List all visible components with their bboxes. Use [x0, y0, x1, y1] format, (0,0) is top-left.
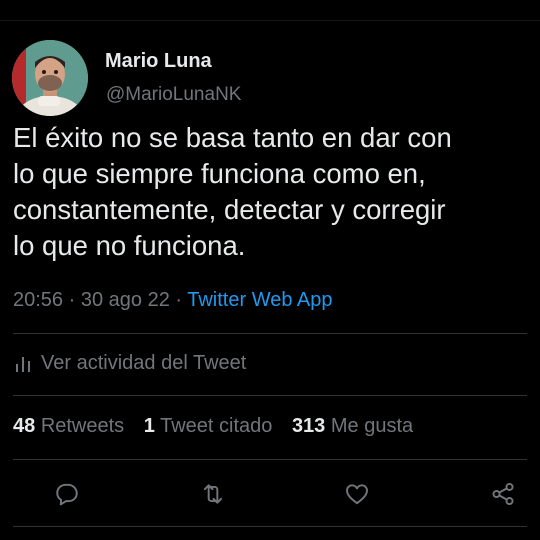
retweets-count: 48: [13, 415, 36, 437]
meta-separator: ·: [63, 289, 81, 311]
likes-label: Me gusta: [330, 415, 414, 437]
reply-button[interactable]: [51, 478, 83, 510]
avatar[interactable]: [12, 40, 88, 116]
quotes-stat[interactable]: 1 Tweet citado: [144, 415, 273, 437]
action-bar: [0, 478, 540, 510]
retweet-button[interactable]: [197, 478, 229, 510]
author-handle[interactable]: @MarioLunaNK: [106, 84, 241, 106]
retweets-stat[interactable]: 48 Retweets: [13, 415, 124, 437]
share-icon: [492, 482, 514, 506]
like-button[interactable]: [341, 478, 373, 510]
share-button[interactable]: [487, 478, 519, 510]
meta-separator: ·: [169, 289, 188, 311]
profile-photo-icon: [12, 40, 88, 116]
quotes-count: 1: [143, 415, 155, 437]
view-activity-link[interactable]: Ver actividad del Tweet: [13, 352, 246, 375]
tweet-stats: 48 Retweets 1 Tweet citado 313 Me gusta: [13, 415, 427, 438]
top-divider: [0, 20, 540, 21]
likes-stat[interactable]: 313 Me gusta: [292, 415, 413, 437]
tweet-time[interactable]: 20:56: [13, 289, 63, 311]
bar-chart-icon: [13, 354, 35, 374]
retweets-label: Retweets: [40, 415, 125, 437]
divider: [13, 459, 527, 460]
retweet-icon: [203, 484, 223, 504]
tweet-text-line: constantemente, detectar y corregir: [13, 194, 446, 225]
view-activity-label: Ver actividad del Tweet: [41, 352, 247, 374]
reply-icon: [56, 483, 78, 506]
tweet-source-link[interactable]: Twitter Web App: [187, 289, 332, 311]
like-icon: [346, 484, 368, 505]
tweet-date[interactable]: 30 ago 22: [81, 289, 170, 311]
tweet-text-line: lo que no funciona.: [13, 230, 246, 261]
tweet-text: El éxito no se basa tanto en dar con lo …: [13, 120, 533, 264]
divider: [13, 526, 527, 527]
divider: [13, 333, 527, 334]
likes-count: 313: [291, 415, 326, 437]
tweet-text-line: El éxito no se basa tanto en dar con: [13, 122, 452, 153]
tweet-meta: 20:56 · 30 ago 22 · Twitter Web App: [13, 289, 333, 312]
quotes-label: Tweet citado: [160, 415, 273, 437]
author-name[interactable]: Mario Luna: [105, 50, 212, 73]
tweet-text-line: lo que siempre funciona como en,: [13, 158, 426, 189]
divider: [13, 395, 527, 396]
